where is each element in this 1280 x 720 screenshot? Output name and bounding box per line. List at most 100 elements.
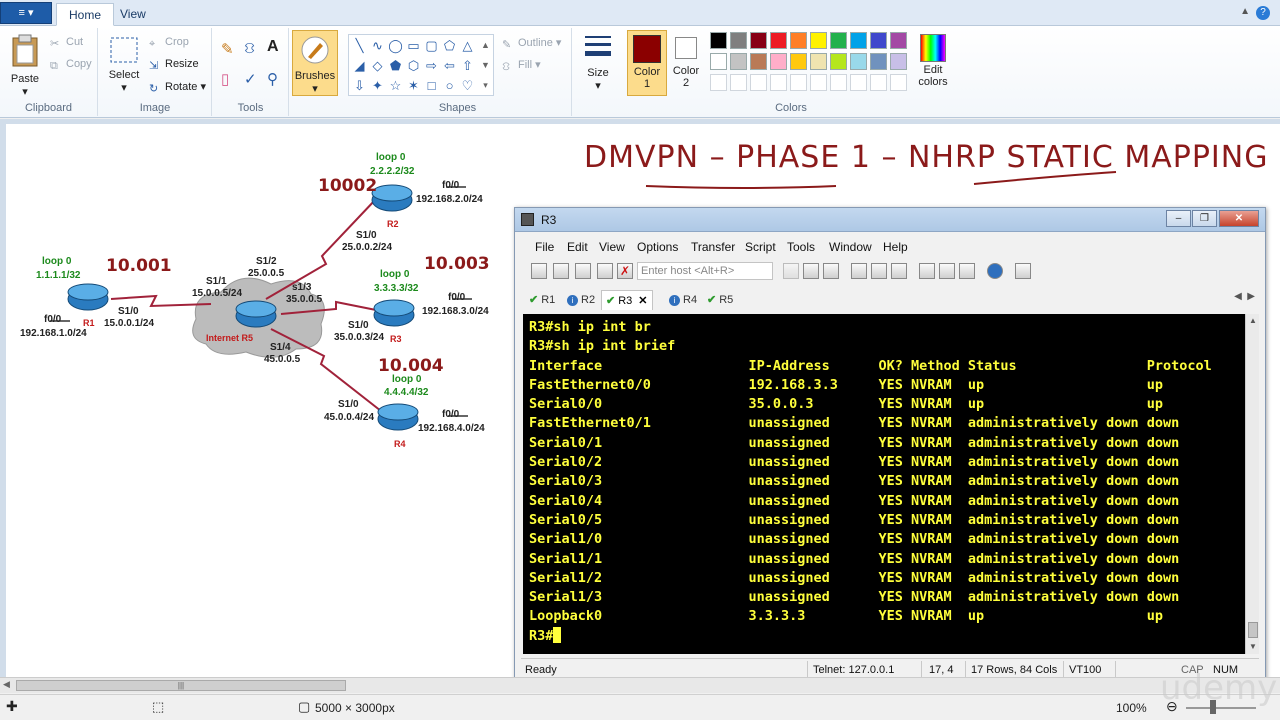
brushes-button[interactable]: Brushes ▾	[292, 30, 338, 96]
close-icon[interactable]: ✕	[1219, 210, 1259, 227]
menu-transfer[interactable]: Transfer	[691, 240, 735, 254]
callout-oval-shape-icon[interactable]: ○	[441, 77, 458, 94]
scroll-up-icon[interactable]: ▲	[1246, 314, 1260, 328]
size-button[interactable]: Size ▾	[578, 32, 618, 92]
crt-title-bar[interactable]: R3 – ❐ ✕	[515, 208, 1265, 232]
right-triangle-shape-icon[interactable]: ◢	[351, 57, 368, 74]
size-dropdown-icon[interactable]: ▾	[578, 79, 618, 92]
menu-script[interactable]: Script	[745, 240, 776, 254]
color2-button[interactable]: Color 2	[668, 30, 704, 96]
brushes-dropdown-icon[interactable]: ▾	[293, 82, 337, 95]
palette-swatch[interactable]	[710, 74, 727, 91]
palette-swatch[interactable]	[770, 32, 787, 49]
session-tab-r4[interactable]: i R4	[669, 290, 697, 310]
magnifier-icon[interactable]: ⚲	[267, 70, 278, 88]
keymap-icon[interactable]	[959, 263, 975, 279]
palette-swatch[interactable]	[710, 53, 727, 70]
scroll-down-icon[interactable]: ▼	[1246, 640, 1260, 654]
line-shape-icon[interactable]: ╲	[351, 37, 368, 54]
edit-colors-button[interactable]: Edit colors	[914, 34, 952, 88]
callout-rect-shape-icon[interactable]: □	[423, 77, 440, 94]
text-tool-icon[interactable]: A	[267, 38, 279, 56]
triangle-shape-icon[interactable]: △	[459, 37, 476, 54]
terminal-output[interactable]: R3#sh ip int br R3#sh ip int brief Interfa…	[523, 314, 1245, 654]
session-tab-r2[interactable]: i R2	[567, 290, 595, 310]
global-options-icon[interactable]	[939, 263, 955, 279]
menu-view[interactable]: View	[599, 240, 625, 254]
restore-icon[interactable]: ❐	[1192, 210, 1217, 227]
session-tab-r3[interactable]: ✔ R3 ✕	[601, 290, 653, 310]
palette-swatch[interactable]	[890, 74, 907, 91]
crop-button[interactable]: ⌖ Crop	[149, 36, 189, 50]
palette-swatch[interactable]	[850, 74, 867, 91]
copy-icon[interactable]	[783, 263, 799, 279]
print-screen-icon[interactable]	[851, 263, 867, 279]
outline-button[interactable]: ✎ Outline ▾	[502, 36, 561, 51]
up-arrow-shape-icon[interactable]: ⇧	[459, 57, 476, 74]
left-arrow-shape-icon[interactable]: ⇦	[441, 57, 458, 74]
heart-shape-icon[interactable]: ♡	[459, 77, 476, 94]
gallery-scroll-up-icon[interactable]: ▲	[477, 37, 494, 54]
palette-swatch[interactable]	[810, 74, 827, 91]
five-point-star-shape-icon[interactable]: ☆	[387, 77, 404, 94]
scroll-left-icon[interactable]: ◀	[3, 679, 10, 690]
color1-button[interactable]: Color 1	[627, 30, 667, 96]
color-picker-icon[interactable]: ✓	[244, 70, 257, 88]
fill-bucket-icon[interactable]: ⛻	[244, 40, 255, 59]
fill-button[interactable]: ⛻ Fill ▾	[502, 58, 541, 73]
palette-swatch[interactable]	[750, 32, 767, 49]
hexagon-shape-icon[interactable]: ⬡	[405, 57, 422, 74]
menu-window[interactable]: Window	[829, 240, 872, 254]
select-button[interactable]: Select ▾	[107, 36, 141, 94]
menu-tools[interactable]: Tools	[787, 240, 815, 254]
tab-scroll-arrows-icon[interactable]: ◀ ▶	[1234, 291, 1255, 302]
canvas-horizontal-scrollbar[interactable]: ◀ |||	[0, 677, 1280, 693]
palette-swatch[interactable]	[750, 74, 767, 91]
four-point-star-shape-icon[interactable]: ✦	[369, 77, 386, 94]
palette-swatch[interactable]	[730, 32, 747, 49]
palette-swatch[interactable]	[790, 53, 807, 70]
minimize-icon[interactable]: –	[1166, 210, 1191, 227]
palette-swatch[interactable]	[810, 53, 827, 70]
curve-shape-icon[interactable]: ∿	[369, 37, 386, 54]
tab-home[interactable]: Home	[56, 3, 115, 26]
palette-swatch[interactable]	[830, 53, 847, 70]
menu-file[interactable]: File	[535, 240, 554, 254]
polygon-shape-icon[interactable]: ⬠	[441, 37, 458, 54]
find-icon[interactable]	[823, 263, 839, 279]
paste-icon[interactable]	[803, 263, 819, 279]
print-selection-icon[interactable]	[871, 263, 887, 279]
palette-swatch[interactable]	[830, 74, 847, 91]
diamond-shape-icon[interactable]: ◇	[369, 57, 386, 74]
palette-swatch[interactable]	[830, 32, 847, 49]
session-options-icon[interactable]	[919, 263, 935, 279]
menu-options[interactable]: Options	[637, 240, 678, 254]
palette-swatch[interactable]	[850, 53, 867, 70]
resize-button[interactable]: ⇲ Resize	[149, 58, 199, 72]
minimize-ribbon-icon[interactable]: ▲	[1240, 6, 1250, 17]
palette-swatch[interactable]	[870, 74, 887, 91]
palette-swatch[interactable]	[850, 32, 867, 49]
gallery-scroll-down-icon[interactable]: ▼	[477, 57, 494, 74]
palette-swatch[interactable]	[730, 53, 747, 70]
copy-button[interactable]: ⧉ Copy	[50, 58, 92, 72]
close-tab-icon[interactable]: ✕	[638, 295, 647, 307]
session-tab-r1[interactable]: ✔ R1	[529, 290, 555, 310]
canvas-scroll-thumb[interactable]: |||	[16, 680, 346, 691]
rotate-button[interactable]: ↻ Rotate ▾	[149, 80, 206, 95]
pencil-icon[interactable]: ✎	[221, 40, 234, 58]
rounded-rectangle-shape-icon[interactable]: ▢	[423, 37, 440, 54]
oval-shape-icon[interactable]: ◯	[387, 37, 404, 54]
palette-swatch[interactable]	[810, 32, 827, 49]
six-point-star-shape-icon[interactable]: ✶	[405, 77, 422, 94]
palette-swatch[interactable]	[790, 74, 807, 91]
print-icon[interactable]	[891, 263, 907, 279]
palette-swatch[interactable]	[870, 53, 887, 70]
menu-help[interactable]: Help	[883, 240, 908, 254]
help-icon[interactable]	[987, 263, 1003, 279]
palette-swatch[interactable]	[870, 32, 887, 49]
gallery-expand-icon[interactable]: ▾	[477, 77, 494, 94]
quick-connect-icon[interactable]	[553, 263, 569, 279]
enter-host-input[interactable]: Enter host <Alt+R>	[637, 262, 773, 280]
down-arrow-shape-icon[interactable]: ⇩	[351, 77, 368, 94]
